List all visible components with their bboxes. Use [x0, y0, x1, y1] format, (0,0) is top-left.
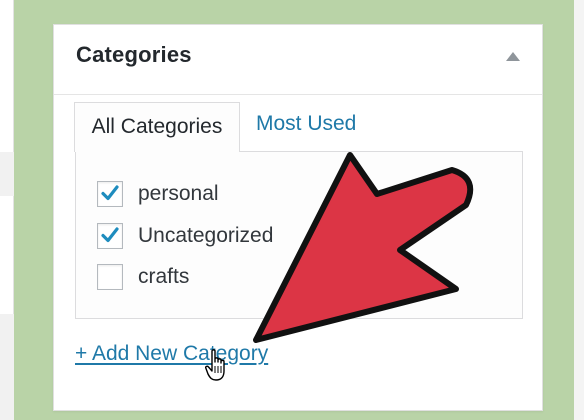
big-pointing-arrow-icon — [253, 152, 474, 343]
hand-pointer-icon — [205, 349, 225, 381]
